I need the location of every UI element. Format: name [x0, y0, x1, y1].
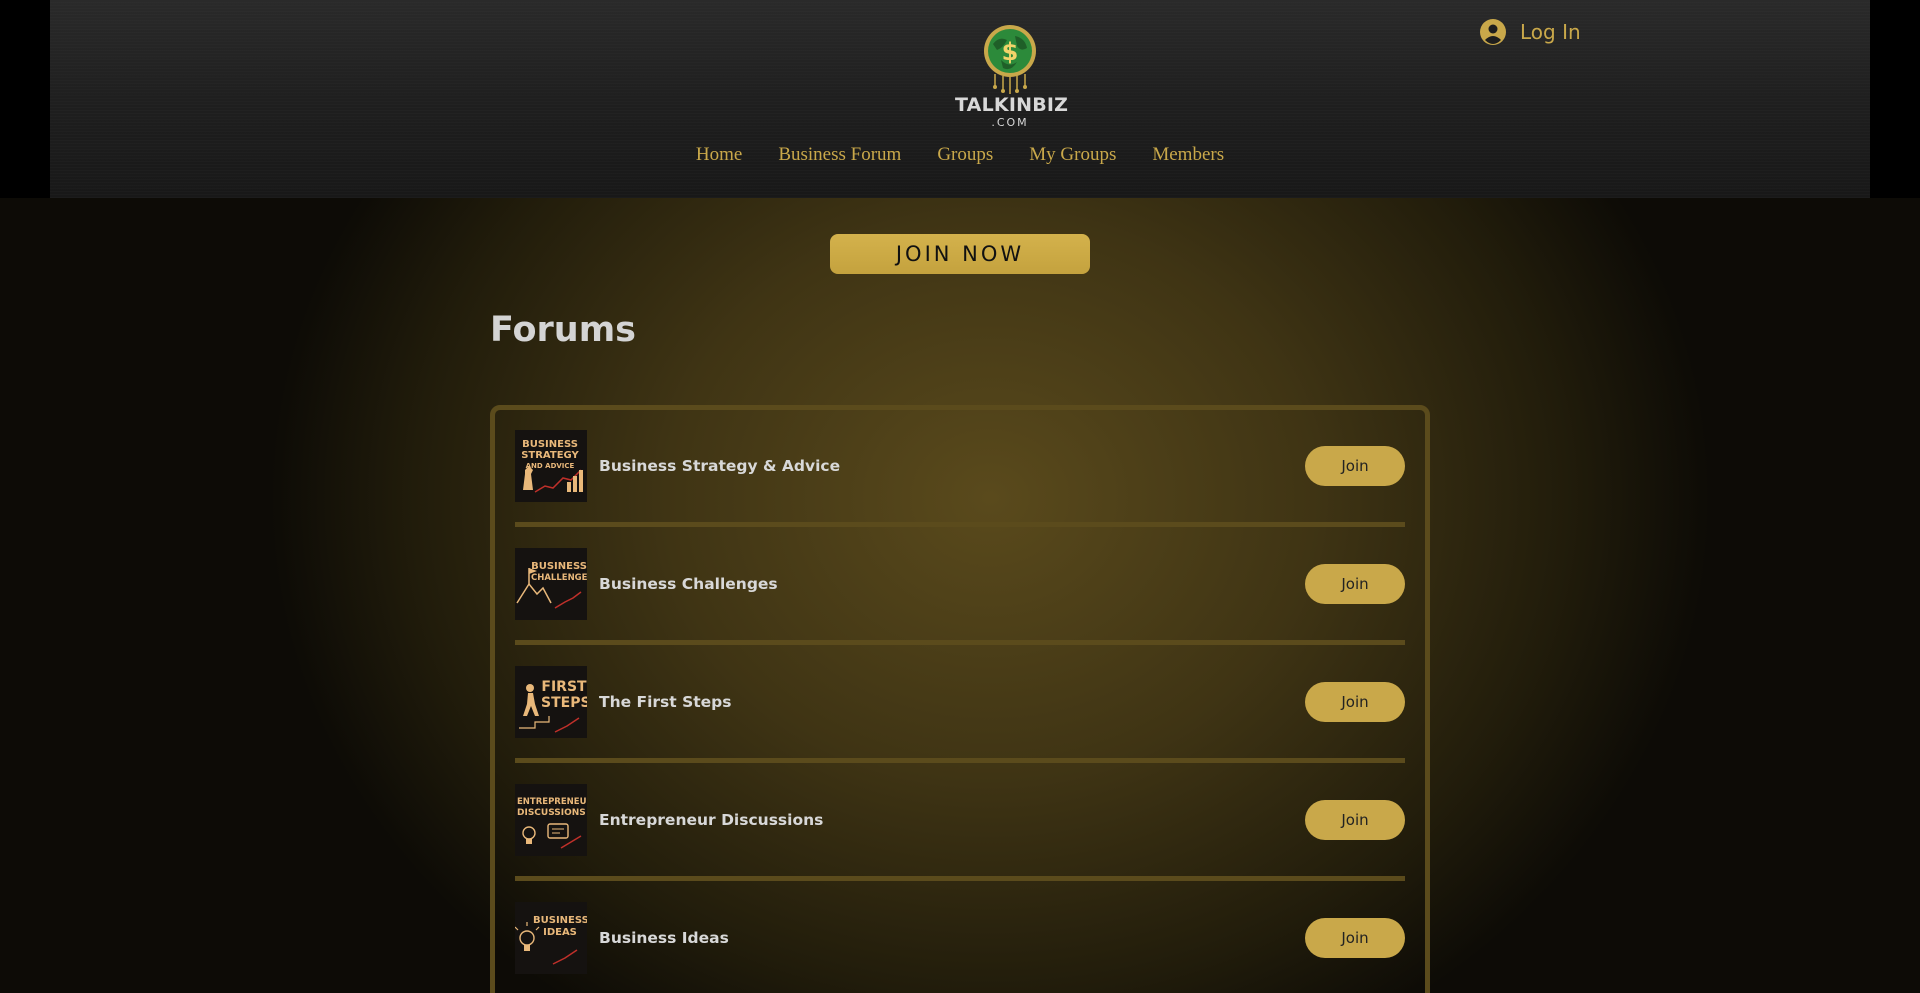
page-title: Forums	[490, 310, 637, 350]
logo-domain-suffix: .COM	[991, 116, 1029, 129]
join-forum-button[interactable]: Join	[1305, 682, 1405, 722]
user-avatar-icon	[1480, 19, 1506, 45]
forum-row[interactable]: BUSINESS STRATEGY AND ADVICE Business St…	[515, 430, 1405, 502]
logo-wordmark: TALKINBIZ	[955, 94, 1069, 116]
walking-person-icon	[519, 684, 580, 733]
svg-text:$: $	[1002, 38, 1019, 66]
forum-row[interactable]: BUSINESS IDEAS Business Ideas Join	[515, 902, 1405, 974]
globe-dollar-icon: $	[984, 25, 1036, 94]
row-divider	[515, 758, 1405, 763]
login-button[interactable]: Log In	[1480, 16, 1581, 48]
forum-thumbnail: BUSINESS IDEAS	[515, 902, 587, 974]
forum-row[interactable]: BUSINESS CHALLENGES Business Challenges …	[515, 548, 1405, 620]
join-forum-button[interactable]: Join	[1305, 800, 1405, 840]
login-label: Log In	[1520, 20, 1581, 44]
nav-groups[interactable]: Groups	[937, 144, 993, 174]
row-divider	[515, 522, 1405, 527]
row-divider	[515, 876, 1405, 881]
forum-row[interactable]: FIRST STEPS The First Steps Join	[515, 666, 1405, 738]
forum-row[interactable]: ENTREPRENEUR DISCUSSIONS Entrepreneur Di…	[515, 784, 1405, 856]
idea-chat-icon	[522, 823, 582, 849]
nav-business-forum[interactable]: Business Forum	[778, 144, 901, 174]
forum-name[interactable]: The First Steps	[599, 693, 1305, 711]
main-nav: Home Business Forum Groups My Groups Mem…	[50, 144, 1870, 174]
forum-thumbnail: BUSINESS CHALLENGES	[515, 548, 587, 620]
forum-name[interactable]: Business Ideas	[599, 929, 1305, 947]
nav-home[interactable]: Home	[696, 144, 742, 174]
lightbulb-icon	[515, 922, 578, 965]
join-now-button[interactable]: JOIN NOW	[830, 234, 1090, 274]
join-forum-button[interactable]: Join	[1305, 564, 1405, 604]
site-header: $ TALKINBIZ .COM Log In Home Business Fo…	[50, 0, 1870, 198]
join-forum-button[interactable]: Join	[1305, 446, 1405, 486]
forum-name[interactable]: Entrepreneur Discussions	[599, 811, 1305, 829]
chess-chart-icon	[523, 466, 583, 493]
forum-list: BUSINESS STRATEGY AND ADVICE Business St…	[490, 405, 1430, 993]
site-logo[interactable]: $ TALKINBIZ .COM	[955, 24, 1069, 130]
main-content: JOIN NOW Forums BUSINESS STRATEGY AND AD…	[0, 198, 1920, 993]
forum-thumbnail: ENTREPRENEUR DISCUSSIONS	[515, 784, 587, 856]
row-divider	[515, 640, 1405, 645]
mountain-flag-icon	[516, 568, 582, 609]
forum-name[interactable]: Business Strategy & Advice	[599, 457, 1305, 475]
nav-members[interactable]: Members	[1152, 144, 1224, 174]
forum-thumbnail: FIRST STEPS	[515, 666, 587, 738]
header-right-margin	[1870, 0, 1920, 198]
join-forum-button[interactable]: Join	[1305, 918, 1405, 958]
header-left-margin	[0, 0, 50, 198]
forum-name[interactable]: Business Challenges	[599, 575, 1305, 593]
nav-my-groups[interactable]: My Groups	[1029, 144, 1116, 174]
forum-thumbnail: BUSINESS STRATEGY AND ADVICE	[515, 430, 587, 502]
